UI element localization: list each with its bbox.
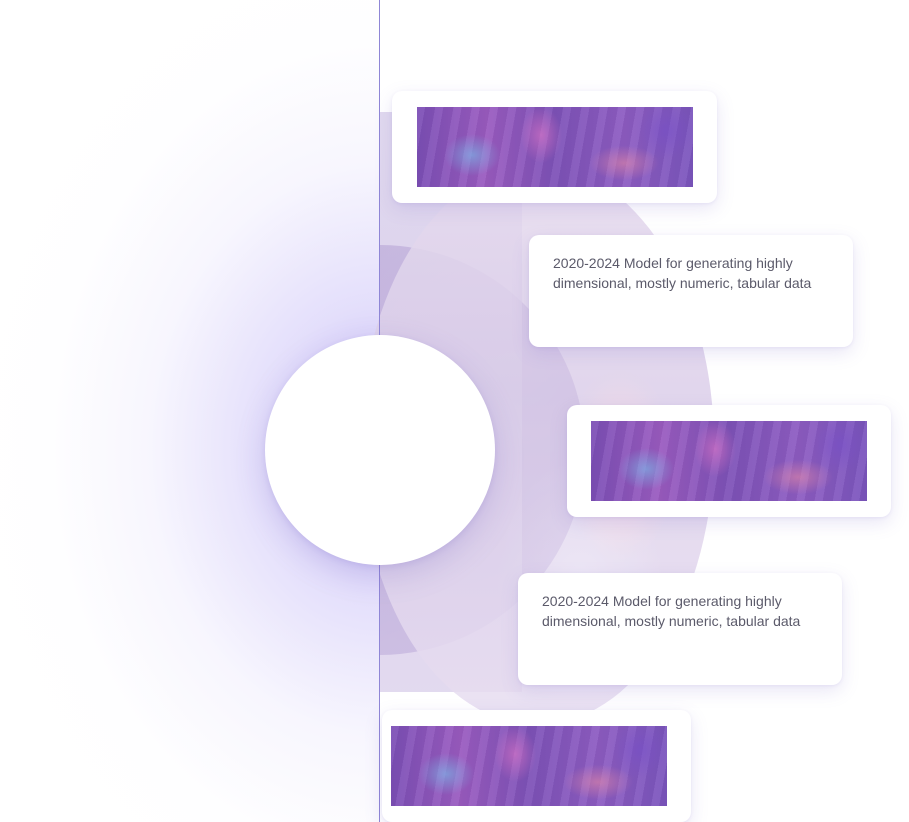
- timeline-section: 2020-2024 Model for generating highly di…: [0, 0, 909, 822]
- timeline-card-description: 2020-2024 Model for generating highly di…: [542, 593, 801, 629]
- center-circle: [265, 335, 495, 565]
- timeline-card-description: 2020-2024 Model for generating highly di…: [553, 255, 812, 291]
- timeline-card-image-3: [382, 710, 691, 822]
- iridescent-purple-abstract-image: [417, 107, 693, 187]
- timeline-card-image-2: [567, 405, 891, 517]
- timeline-card-image-1: [392, 91, 717, 203]
- iridescent-purple-abstract-image: [591, 421, 867, 501]
- iridescent-purple-abstract-image: [391, 726, 667, 806]
- timeline-card-text-1: 2020-2024 Model for generating highly di…: [529, 235, 853, 347]
- timeline-card-text-2: 2020-2024 Model for generating highly di…: [518, 573, 842, 685]
